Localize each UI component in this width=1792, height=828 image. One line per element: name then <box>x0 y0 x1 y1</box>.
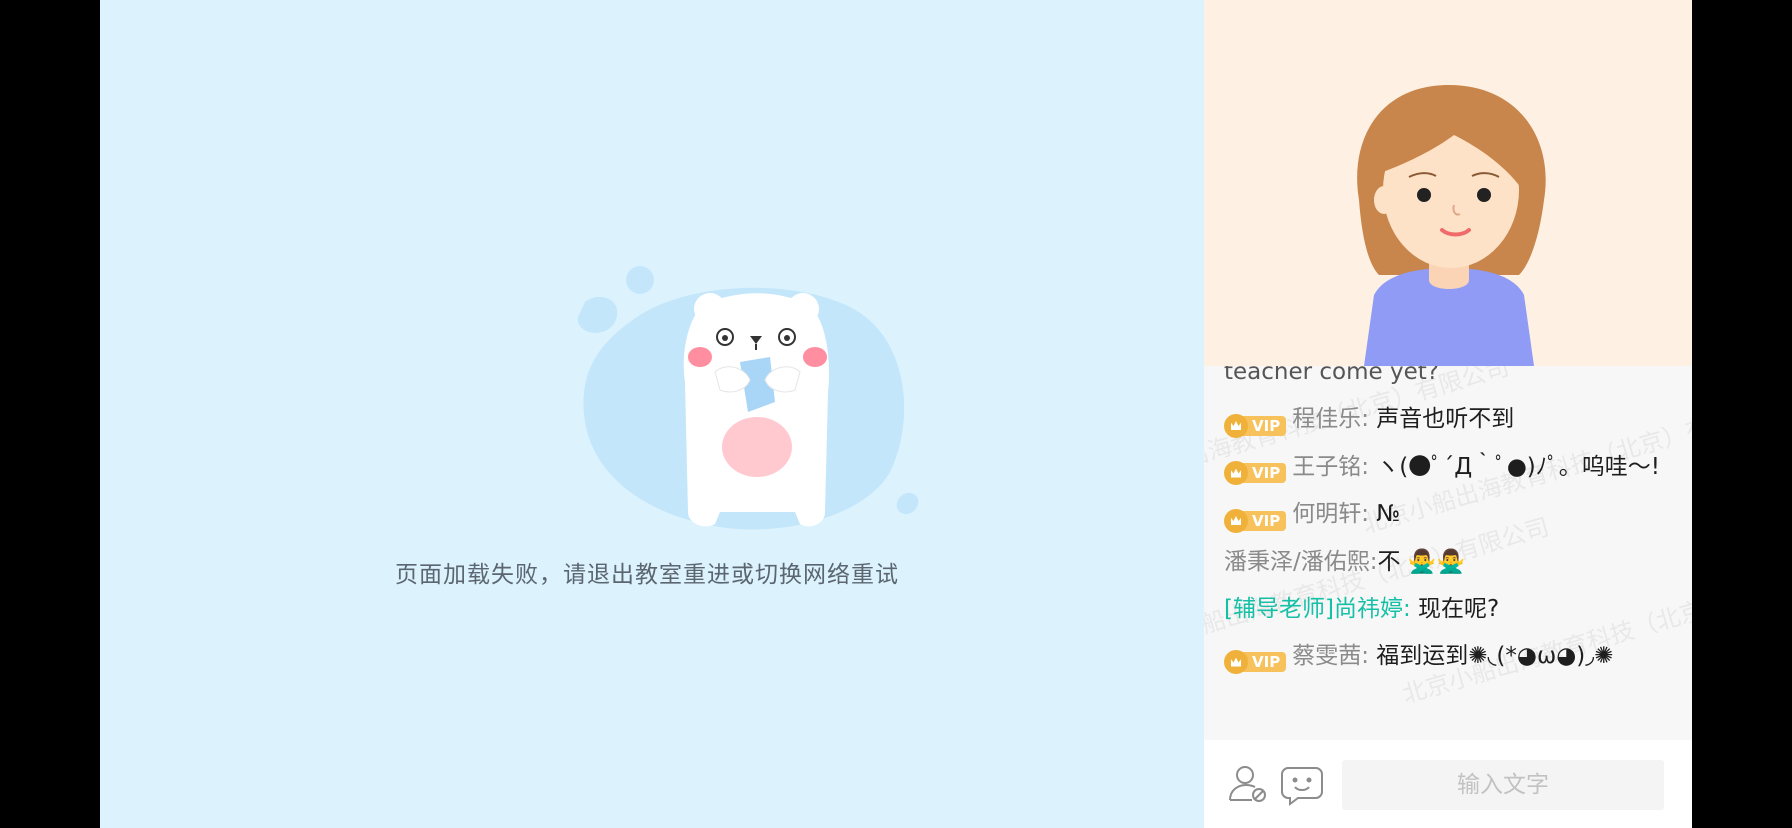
crown-icon <box>1224 413 1248 438</box>
vip-badge: VIP <box>1224 650 1287 674</box>
classroom-stage: 页面加载失败，请退出教室重进或切换网络重试 <box>100 0 1204 828</box>
chat-message: VIP 王子铭: ヽ(●ﾟ´Д｀ﾟ●)ﾉﾟ。呜哇～! <box>1224 449 1674 485</box>
message-text: 福到运到✺◟(*◕ω◕)◞✺ <box>1376 642 1614 669</box>
chat-message: VIP 程佳乐: 声音也听不到 <box>1224 401 1674 438</box>
chat-panel[interactable]: 北京小船出海教育科技（北京）有限公司 北京小船出海教育科技（北京）有限公司 北京… <box>1204 366 1692 740</box>
chat-message-list[interactable]: teacher come yet? VIP 程佳乐: 声音也听不到 VIP 王子铭:… <box>1224 366 1674 685</box>
chat-message: VIP 何明轩: № <box>1224 496 1674 533</box>
crying-bear-illustration <box>570 262 940 542</box>
chat-message: VIP 蔡雯茜: 福到运到✺◟(*◕ω◕)◞✺ <box>1224 638 1674 674</box>
user-mute-icon[interactable] <box>1226 762 1270 806</box>
vip-badge: VIP <box>1224 508 1287 533</box>
sender-name[interactable]: 何明轩: <box>1292 501 1369 527</box>
message-text: № <box>1376 501 1401 527</box>
sender-name[interactable]: 王子铭: <box>1292 454 1369 480</box>
crown-icon <box>1224 650 1248 674</box>
side-panel: 北京小船出海教育科技（北京）有限公司 北京小船出海教育科技（北京）有限公司 北京… <box>1204 0 1692 828</box>
chat-message-partial: teacher come yet? <box>1224 366 1439 385</box>
teacher-name[interactable]: [辅导老师]尚祎婷: <box>1224 596 1411 622</box>
crown-icon <box>1224 461 1248 485</box>
sender-name[interactable]: 蔡雯茜: <box>1292 643 1369 669</box>
chat-text-input[interactable] <box>1342 760 1664 810</box>
load-error-message: 页面加载失败，请退出教室重进或切换网络重试 <box>395 562 899 588</box>
sender-name[interactable]: 程佳乐: <box>1292 406 1369 432</box>
message-text: ヽ(●ﾟ´Д｀ﾟ●)ﾉﾟ。呜哇～! <box>1376 453 1660 480</box>
vip-badge: VIP <box>1224 461 1287 485</box>
chat-message: 潘秉泽/潘佑熙:不 🙅‍♂️🙅‍♂️ <box>1224 544 1674 580</box>
chat-input-bar <box>1204 740 1692 828</box>
vip-badge: VIP <box>1224 413 1287 438</box>
teacher-video <box>1204 0 1692 366</box>
message-text: 声音也听不到 <box>1376 406 1515 432</box>
emoji-icon[interactable] <box>1280 762 1324 806</box>
message-text: 现在呢? <box>1418 595 1500 622</box>
message-text: 不 🙅‍♂️🙅‍♂️ <box>1377 548 1466 575</box>
crown-icon <box>1224 508 1248 533</box>
teacher-avatar <box>1357 85 1546 366</box>
chat-message: [辅导老师]尚祎婷: 现在呢? <box>1224 591 1674 627</box>
sender-name[interactable]: 潘秉泽/潘佑熙: <box>1224 549 1378 575</box>
